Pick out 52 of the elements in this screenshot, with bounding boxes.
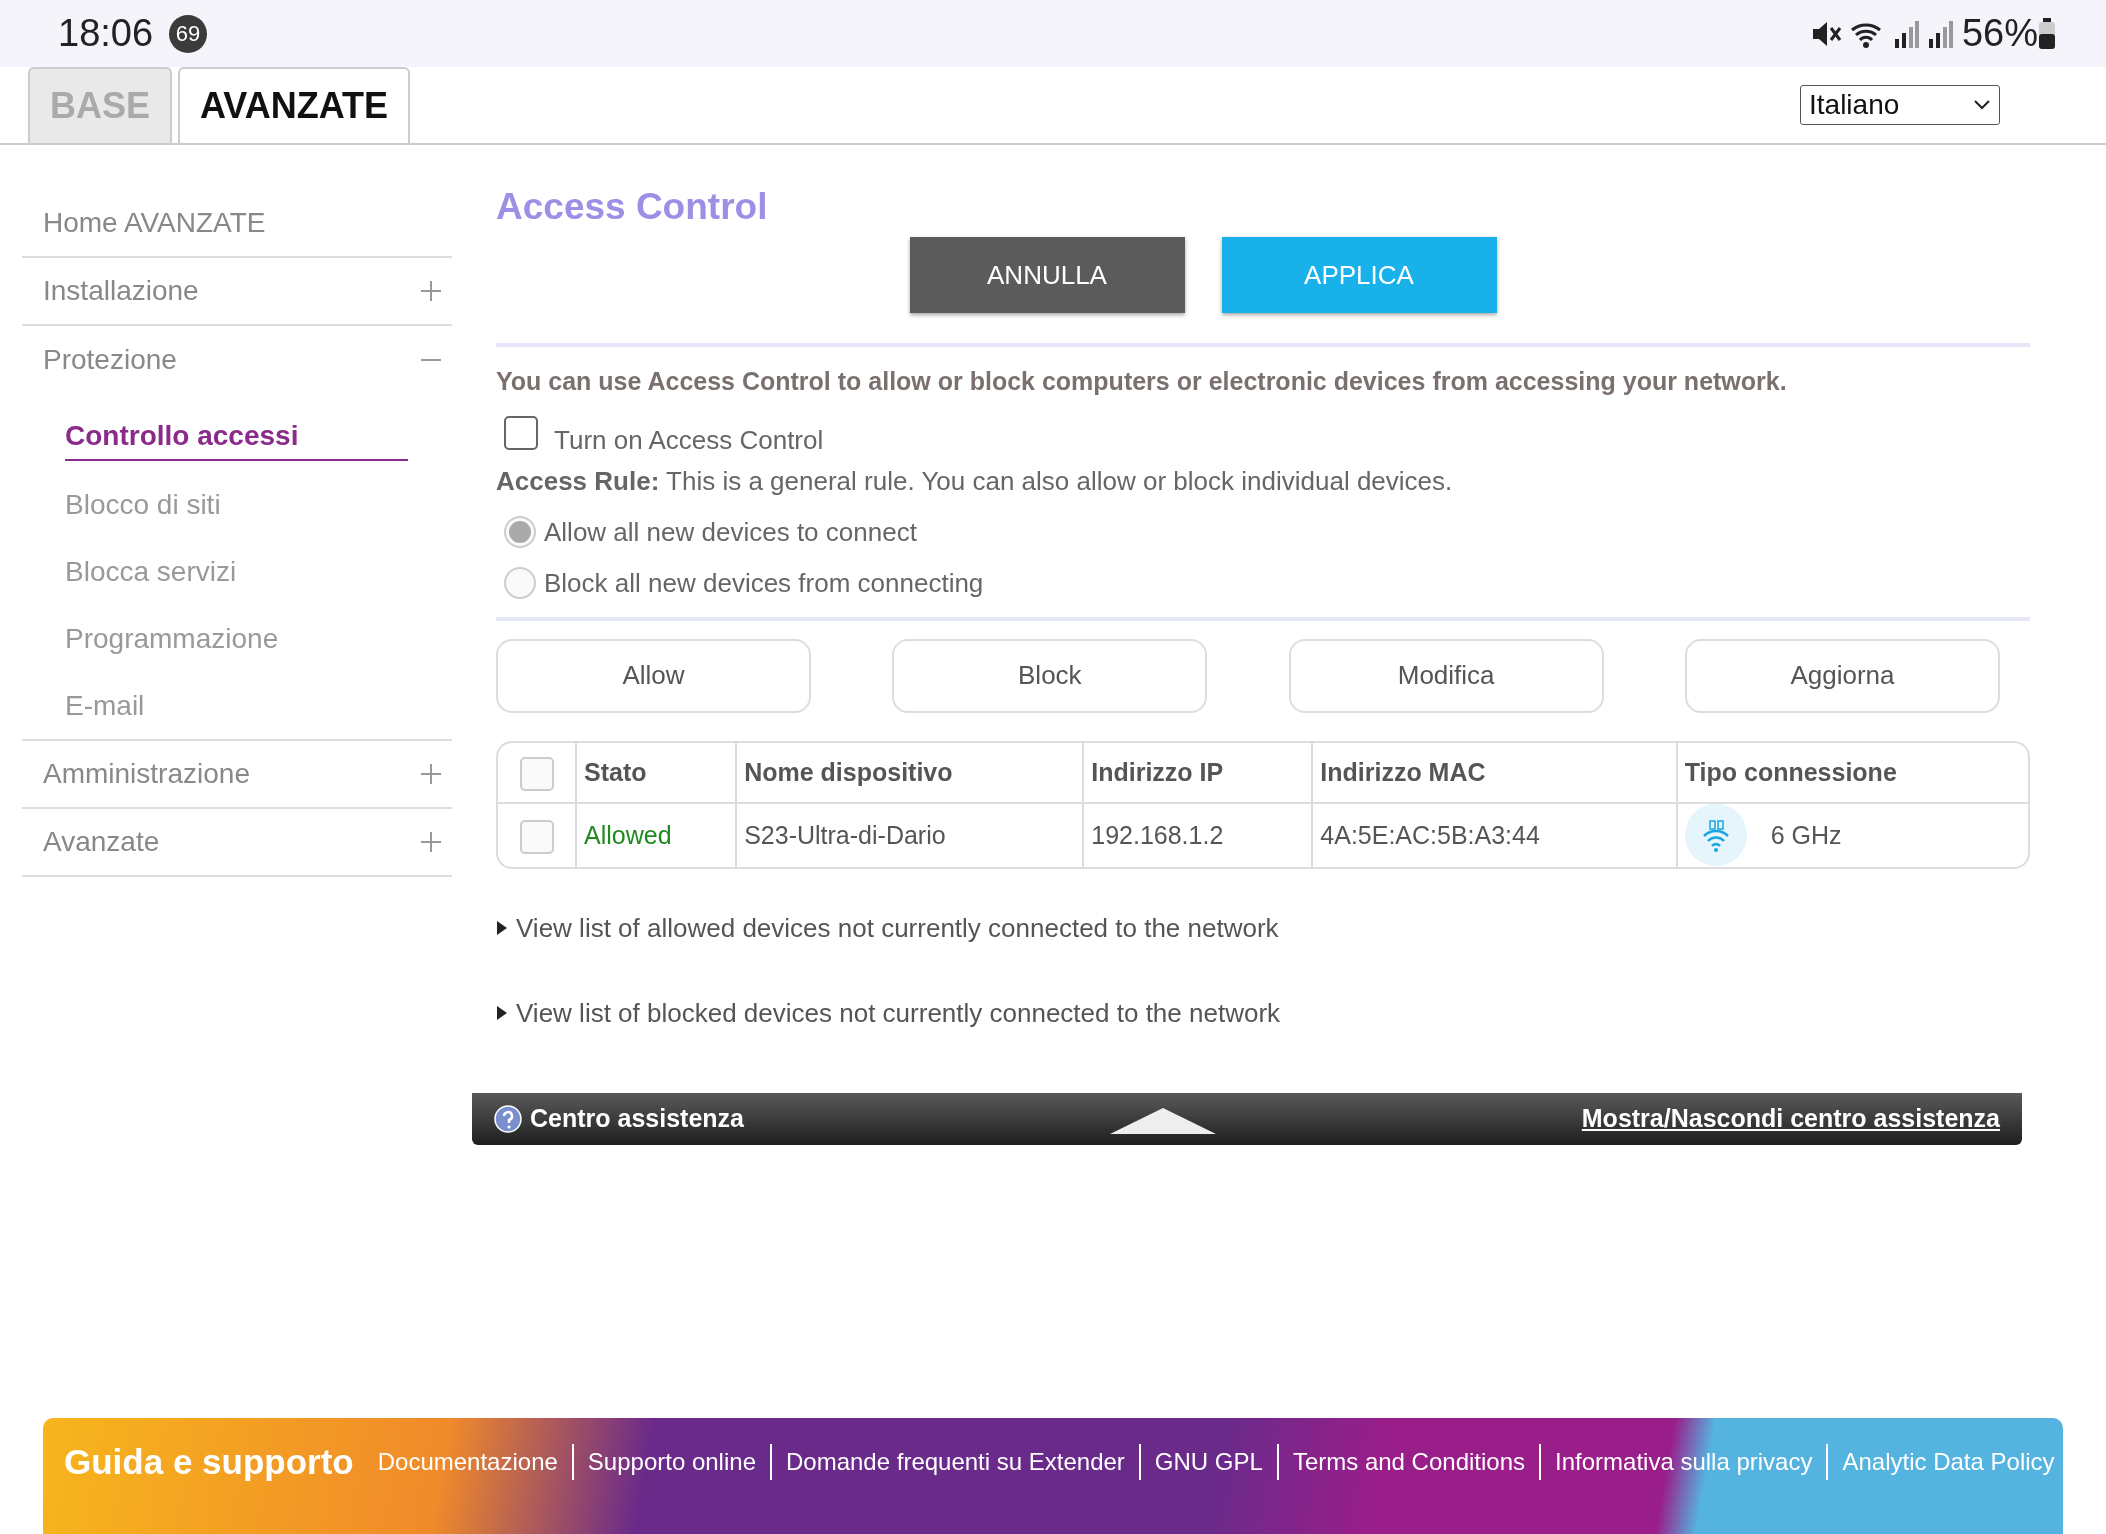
help-title: Centro assistenza bbox=[530, 1103, 744, 1135]
table-cell: 4A:5E:AC:5B:A3:44 bbox=[1320, 820, 1540, 849]
battery-icon bbox=[2038, 17, 2056, 50]
checkbox[interactable] bbox=[504, 416, 538, 451]
expander-link[interactable]: View list of blocked devices not currently connected to the network bbox=[516, 993, 1281, 1033]
footer-link[interactable]: Supporto online bbox=[571, 1444, 770, 1480]
sidebar-item[interactable]: Amministrazione bbox=[43, 753, 250, 795]
column-header: Tipo connessione bbox=[1684, 757, 1897, 786]
help-icon bbox=[494, 1104, 522, 1133]
table-cell: 192.168.1.2 bbox=[1091, 820, 1224, 849]
notification-count: 69 bbox=[169, 14, 208, 53]
description-text: You can use Access Control to allow or block computers or electronic devices from accessing your network. bbox=[496, 366, 1788, 398]
column-header: Indirizzo IP bbox=[1091, 757, 1224, 786]
sidebar-item[interactable]: Home AVANZATE bbox=[43, 202, 266, 244]
checkbox-label: Turn on Access Control bbox=[554, 423, 824, 457]
signal-icon bbox=[1927, 18, 1954, 49]
signal-icon bbox=[1893, 18, 1920, 49]
sidebar-item[interactable]: Protezione bbox=[43, 339, 177, 381]
battery-level: 56% bbox=[1961, 11, 2038, 56]
tab[interactable]: AVANZATE bbox=[178, 67, 410, 143]
action-button[interactable]: Block bbox=[892, 638, 1208, 713]
column-header: Nome dispositivo bbox=[744, 757, 953, 786]
toggle-help-link[interactable]: Mostra/Nascondi centro assistenza bbox=[1581, 1100, 2000, 1138]
sidebar-item[interactable]: Installazione bbox=[43, 270, 199, 312]
table-cell: S23-Ultra-di-Dario bbox=[744, 820, 946, 849]
footer-title: Guida e supporto bbox=[64, 1441, 354, 1483]
caret-right-icon[interactable] bbox=[496, 921, 508, 936]
radio-label: Allow all new devices to connect bbox=[544, 515, 917, 549]
access-rule-text: Access Rule: This is a general rule. You can also allow or block individual devices. bbox=[496, 464, 1454, 498]
footer-link[interactable]: Terms and Conditions bbox=[1276, 1444, 1539, 1480]
footer-link[interactable]: GNU GPL bbox=[1138, 1444, 1277, 1480]
column-header: Stato bbox=[584, 757, 647, 786]
column-header: Indirizzo MAC bbox=[1320, 757, 1486, 786]
status-text: Allowed bbox=[584, 820, 672, 849]
footer-link[interactable]: Domande frequenti su Extender bbox=[770, 1444, 1139, 1480]
table-cell-text: 6 GHz bbox=[1770, 819, 1842, 851]
action-button[interactable]: Aggiorna bbox=[1685, 638, 2000, 713]
language-select[interactable]: Italiano bbox=[1800, 85, 2000, 125]
page-title: Access Control bbox=[496, 185, 769, 229]
radio-label: Block all new devices from connecting bbox=[544, 566, 984, 600]
action-button[interactable]: Allow bbox=[496, 638, 811, 713]
sidebar-subitem[interactable]: Controllo accessi bbox=[65, 414, 408, 461]
sidebar-item[interactable]: Avanzate bbox=[43, 821, 160, 863]
expand-icon[interactable] bbox=[420, 831, 442, 853]
caret-right-icon[interactable] bbox=[496, 1006, 508, 1021]
clock-time: 18:06 bbox=[58, 11, 154, 56]
action-button[interactable]: Modifica bbox=[1288, 638, 1604, 713]
chevron-down-icon bbox=[1973, 99, 1991, 111]
expand-icon[interactable] bbox=[420, 280, 442, 302]
expand-icon[interactable] bbox=[420, 763, 442, 785]
expander-link[interactable]: View list of allowed devices not currently connected to the network bbox=[516, 908, 1279, 948]
cancel-button[interactable]: ANNULLA bbox=[909, 237, 1185, 314]
